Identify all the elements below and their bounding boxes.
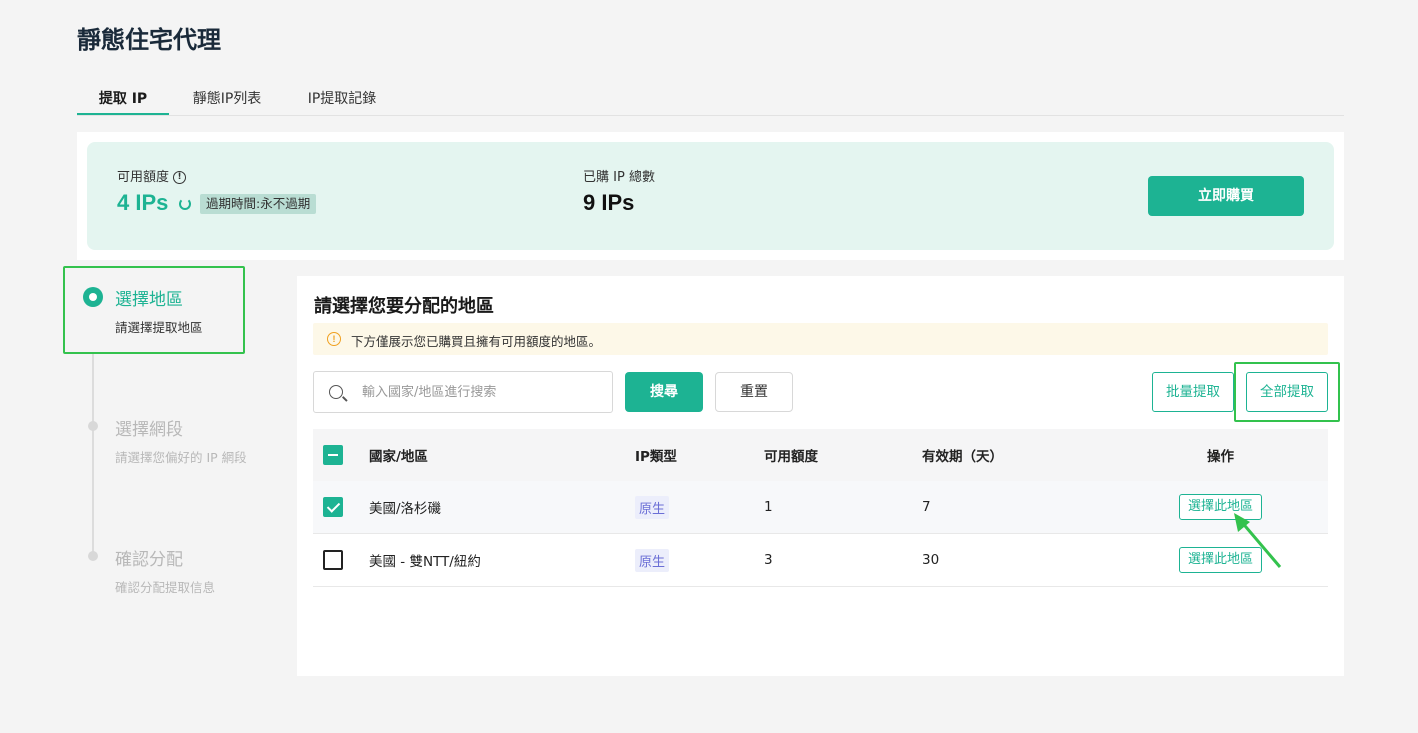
step-title-confirm: 確認分配 <box>115 550 183 570</box>
header-ip-type: IP類型 <box>635 449 677 465</box>
tab-extract-history[interactable]: IP提取記錄 <box>285 80 399 115</box>
search-icon <box>329 385 343 399</box>
notice-bar: ! 下方僅展示您已購買且擁有可用額度的地區。 <box>313 323 1328 355</box>
info-icon[interactable]: ! <box>173 171 187 184</box>
available-quota-label-text: 可用額度 <box>117 170 170 185</box>
purchased-ip-label: 已購 IP 總數 <box>583 170 655 185</box>
step-active-dot-icon <box>83 287 103 307</box>
header-quota: 可用額度 <box>764 449 818 465</box>
step-title-region[interactable]: 選擇地區 <box>115 285 183 310</box>
ip-type-tag: 原生 <box>635 548 670 572</box>
row-validity: 30 <box>922 552 940 568</box>
buy-now-button[interactable]: 立即購買 <box>1148 176 1304 216</box>
search-button[interactable]: 搜尋 <box>625 372 703 412</box>
step-title-segment: 選擇網段 <box>115 420 183 440</box>
select-region-button[interactable]: 選擇此地區 <box>1178 494 1262 520</box>
table-row: 美國/洛杉磯 原生 1 7 選擇此地區 <box>313 481 1328 534</box>
row-country: 美國/洛杉磯 <box>369 501 442 517</box>
row-checkbox-cell <box>323 534 343 586</box>
header-checkbox-cell <box>323 429 343 481</box>
step-dot-icon <box>88 421 98 431</box>
row-ip-type-cell: 原生 <box>635 481 670 533</box>
row-quota: 1 <box>764 499 773 515</box>
tab-bar: 提取 IP 靜態IP列表 IP提取記錄 <box>77 80 1344 116</box>
row-quota: 3 <box>764 552 773 568</box>
row-validity: 7 <box>922 499 931 515</box>
step-sub-segment: 請選擇您偏好的 IP 網段 <box>115 450 247 465</box>
region-panel: 請選擇您要分配的地區 ! 下方僅展示您已購買且擁有可用額度的地區。 搜尋 重置 … <box>297 276 1344 676</box>
row-checkbox-cell <box>323 481 343 533</box>
refresh-icon[interactable] <box>179 198 191 210</box>
table-header: 國家/地區 IP類型 可用額度 有效期（天） 操作 <box>313 429 1328 481</box>
expire-badge: 過期時間:永不過期 <box>200 194 317 214</box>
ip-type-tag: 原生 <box>635 495 670 519</box>
available-quota-label: 可用額度! <box>117 166 187 185</box>
region-table: 國家/地區 IP類型 可用額度 有效期（天） 操作 美國/洛杉磯 原生 1 7 … <box>313 429 1328 587</box>
row-ip-type-cell: 原生 <box>635 534 670 586</box>
select-all-checkbox[interactable] <box>323 445 343 465</box>
notice-text: 下方僅展示您已購買且擁有可用額度的地區。 <box>351 334 602 349</box>
step-sub-confirm: 確認分配提取信息 <box>115 580 216 595</box>
extract-all-button[interactable]: 全部提取 <box>1246 372 1328 412</box>
tab-extract-ip[interactable]: 提取 IP <box>77 80 169 115</box>
table-row: 美國 - 雙NTT/紐約 原生 3 30 選擇此地區 <box>313 534 1328 587</box>
page-title: 靜態住宅代理 <box>77 26 221 54</box>
row-checkbox[interactable] <box>323 550 343 570</box>
row-country: 美國 - 雙NTT/紐約 <box>369 554 481 570</box>
tab-static-ip-list[interactable]: 靜態IP列表 <box>169 80 285 115</box>
step-sub-region: 請選擇提取地區 <box>115 320 203 335</box>
row-checkbox[interactable] <box>323 497 343 517</box>
warning-icon: ! <box>327 332 341 346</box>
panel-title: 請選擇您要分配的地區 <box>314 296 494 317</box>
quota-section: 可用額度! 4 IPs 過期時間:永不過期 已購 IP 總數 9 IPs 立即購… <box>77 132 1344 260</box>
available-quota-value: 4 IPs <box>117 190 169 215</box>
batch-extract-button[interactable]: 批量提取 <box>1152 372 1234 412</box>
purchased-ip-value: 9 IPs <box>583 190 635 215</box>
quota-card: 可用額度! 4 IPs 過期時間:永不過期 已購 IP 總數 9 IPs 立即購… <box>87 142 1334 250</box>
row-op-cell: 選擇此地區 <box>1173 481 1268 533</box>
header-validity: 有效期（天） <box>922 449 1003 465</box>
step-highlight-frame <box>63 266 245 354</box>
search-box[interactable] <box>313 371 613 413</box>
search-input[interactable] <box>362 382 602 402</box>
reset-button[interactable]: 重置 <box>715 372 793 412</box>
select-region-button[interactable]: 選擇此地區 <box>1178 547 1262 573</box>
row-op-cell: 選擇此地區 <box>1173 534 1268 586</box>
step-dot-icon <box>88 551 98 561</box>
header-operation: 操作 <box>1207 449 1234 465</box>
header-country: 國家/地區 <box>369 449 428 465</box>
